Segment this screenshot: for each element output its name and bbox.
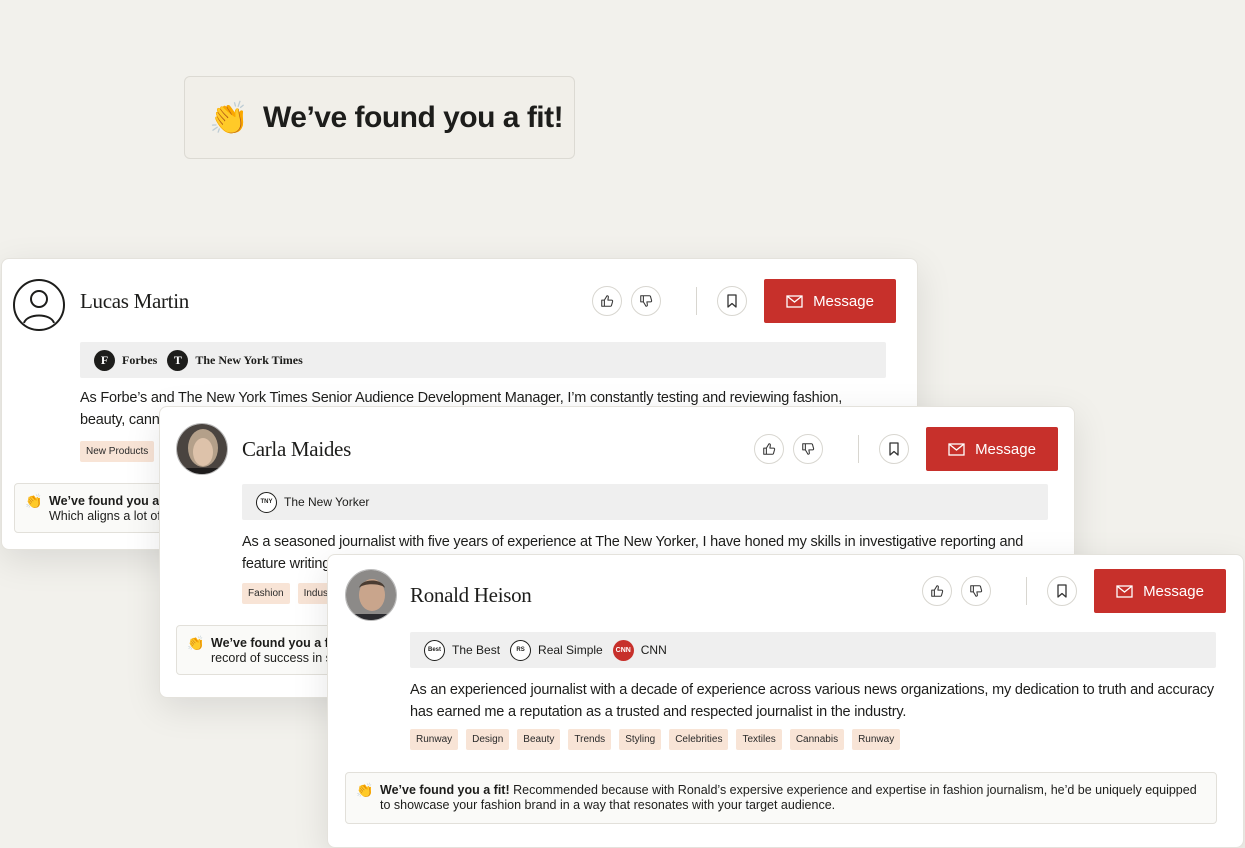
found-fit-banner: 👏 We’ve found you a fit! — [184, 76, 575, 159]
nyt-logo: T — [167, 349, 189, 371]
tag-list: New Products — [80, 441, 162, 462]
envelope-icon — [786, 294, 803, 308]
journalist-name: Ronald Heison — [410, 583, 532, 607]
forbes-logo: F — [94, 349, 115, 371]
clapping-hands-icon: 👏 — [25, 493, 43, 509]
publication-cnn: CNN CNN — [612, 639, 667, 661]
fit-text: record of success in su — [211, 651, 339, 665]
message-button[interactable]: Message — [1094, 569, 1226, 613]
tag: Trends — [568, 729, 612, 750]
publications-bar: F Forbes T The New York Times — [80, 342, 886, 378]
tag: New Products — [80, 441, 155, 462]
divider — [696, 287, 697, 315]
envelope-icon — [1116, 584, 1133, 598]
publication-new-yorker: TNY The New Yorker — [256, 491, 370, 513]
avatar — [176, 423, 228, 475]
tag: Runway — [410, 729, 459, 750]
publication-name: CNN — [640, 643, 667, 657]
journalist-card-ronald: Ronald Heison Message Best The Best RS R… — [327, 554, 1244, 848]
cnn-logo: CNN — [612, 639, 634, 661]
fit-prefix: We’ve found you a fit! — [211, 636, 341, 650]
publication-name: The New York Times — [195, 352, 303, 367]
thumbs-down-icon[interactable] — [631, 286, 661, 316]
tag: Celebrities — [669, 729, 729, 750]
thumbs-up-icon[interactable] — [754, 434, 784, 464]
bookmark-icon[interactable] — [879, 434, 909, 464]
divider — [1026, 577, 1027, 605]
tag: Styling — [619, 729, 662, 750]
journalist-name: Lucas Martin — [80, 289, 189, 313]
card-actions: Message — [592, 279, 896, 323]
thumbs-up-icon[interactable] — [592, 286, 622, 316]
thumbs-up-icon[interactable] — [922, 576, 952, 606]
card-actions: Message — [754, 427, 1058, 471]
publication-name: The New Yorker — [284, 495, 370, 509]
message-button[interactable]: Message — [926, 427, 1058, 471]
publication-nyt: T The New York Times — [167, 349, 303, 371]
fit-recommendation: 👏 We’ve found you a fit! Recommended bec… — [345, 772, 1217, 824]
real-simple-logo: RS — [510, 639, 532, 661]
fit-prefix: We’ve found you a fit! — [380, 783, 510, 797]
bookmark-icon[interactable] — [1047, 576, 1077, 606]
message-button[interactable]: Message — [764, 279, 896, 323]
envelope-icon — [948, 442, 965, 456]
clapping-hands-icon: 👏 — [209, 99, 249, 136]
thumbs-down-icon[interactable] — [961, 576, 991, 606]
user-icon — [13, 279, 65, 331]
publication-name: The Best — [452, 643, 501, 657]
thumbs-down-icon[interactable] — [793, 434, 823, 464]
tag-list: Runway Design Beauty Trends Styling Cele… — [410, 729, 908, 750]
the-best-logo: Best — [424, 639, 445, 661]
clapping-hands-icon: 👏 — [187, 635, 205, 651]
message-label: Message — [975, 440, 1036, 458]
publication-the-best: Best The Best — [424, 639, 501, 661]
tag: Textiles — [736, 729, 782, 750]
message-label: Message — [1143, 582, 1204, 600]
publications-bar: Best The Best RS Real Simple CNN CNN — [410, 632, 1216, 668]
publication-name: Real Simple — [538, 643, 603, 657]
divider — [858, 435, 859, 463]
new-yorker-logo: TNY — [256, 491, 277, 513]
card-actions: Message — [922, 569, 1226, 613]
publications-bar: TNY The New Yorker — [242, 484, 1048, 520]
journalist-description: As an experienced journalist with a deca… — [410, 682, 1214, 720]
tag: Fashion — [242, 583, 290, 604]
journalist-name: Carla Maides — [242, 437, 351, 461]
tag: Runway — [852, 729, 901, 750]
tag: Beauty — [517, 729, 561, 750]
avatar — [345, 569, 397, 621]
message-label: Message — [813, 292, 874, 310]
bookmark-icon[interactable] — [717, 286, 747, 316]
fit-text: Which aligns a lot of — [49, 509, 161, 523]
banner-title: We’ve found you a fit! — [263, 100, 564, 134]
clapping-hands-icon: 👏 — [356, 782, 374, 798]
tag: Design — [466, 729, 510, 750]
publication-real-simple: RS Real Simple — [510, 639, 603, 661]
publication-name: Forbes — [122, 352, 158, 367]
publication-forbes: F Forbes — [94, 349, 158, 371]
tag: Cannabis — [789, 729, 845, 750]
